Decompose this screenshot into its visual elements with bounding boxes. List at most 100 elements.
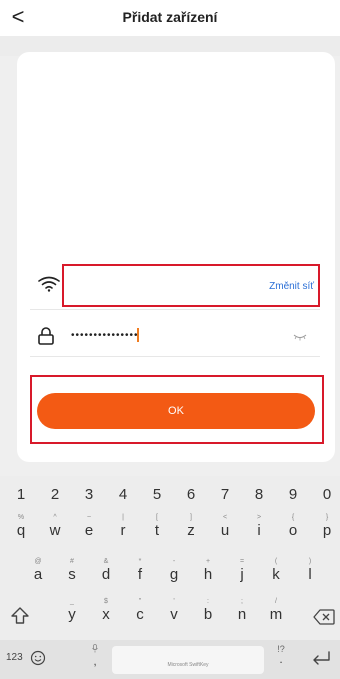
key-symbol-label: | bbox=[122, 514, 124, 521]
letter-key[interactable]: % q bbox=[6, 514, 36, 554]
number-key[interactable]: 0 bbox=[312, 486, 340, 503]
key-symbol-label: ~ bbox=[86, 514, 92, 521]
number-toggle-key[interactable]: 123 bbox=[6, 652, 23, 663]
key-letter-label: f bbox=[137, 566, 143, 583]
period-label: . bbox=[279, 652, 283, 666]
letter-key[interactable]: > i bbox=[244, 514, 274, 554]
letter-key[interactable]: ~ e bbox=[74, 514, 104, 554]
key-letter-label: p bbox=[322, 522, 332, 539]
change-network-link[interactable]: Změnit síť bbox=[269, 281, 314, 292]
key-letter-label: m bbox=[269, 606, 283, 623]
letter-key[interactable]: {o bbox=[278, 514, 308, 554]
key-letter-label: r bbox=[120, 522, 126, 539]
letter-key[interactable]: < u bbox=[210, 514, 240, 554]
letter-key[interactable]: + h bbox=[193, 558, 223, 598]
lock-icon bbox=[38, 327, 54, 345]
letter-key[interactable]: ] z bbox=[176, 514, 206, 554]
number-key[interactable]: 5 bbox=[142, 486, 172, 503]
letter-key[interactable]: } p bbox=[312, 514, 340, 554]
text-cursor bbox=[137, 328, 139, 342]
page-title: Přidat zařízení bbox=[122, 9, 218, 25]
key-letter-label: u bbox=[220, 522, 230, 539]
letter-key[interactable]: ' v bbox=[159, 598, 189, 638]
divider bbox=[30, 309, 320, 310]
letter-key[interactable]: ; n bbox=[227, 598, 257, 638]
key-symbol-label: @ bbox=[34, 558, 42, 565]
key-letter-label: k bbox=[272, 566, 280, 583]
letter-key[interactable]: :b bbox=[193, 598, 223, 638]
space-bar-label: Microsoft SwiftKey bbox=[167, 662, 209, 668]
letter-key[interactable]: -g bbox=[159, 558, 189, 598]
number-key[interactable]: 2 bbox=[40, 486, 70, 503]
number-key[interactable]: 7 bbox=[210, 486, 240, 503]
password-field[interactable]: ••••••••••••••• bbox=[71, 330, 139, 341]
letter-key[interactable]: = j bbox=[227, 558, 257, 598]
key-symbol-label: > bbox=[256, 514, 262, 521]
key-letter-label: d bbox=[101, 566, 111, 583]
number-key[interactable]: 8 bbox=[244, 486, 274, 503]
key-symbol-label: * bbox=[138, 558, 142, 565]
period-key[interactable]: !? . bbox=[274, 644, 288, 666]
key-letter-label: j bbox=[240, 566, 244, 583]
key-letter-label: w bbox=[49, 522, 61, 539]
key-symbol-label: ; bbox=[241, 598, 243, 605]
key-letter-label: l bbox=[308, 566, 312, 583]
key-letter-label: a bbox=[33, 566, 43, 583]
backspace-icon[interactable] bbox=[313, 609, 335, 625]
letter-key[interactable]: @ a bbox=[23, 558, 53, 598]
number-key[interactable]: 6 bbox=[176, 486, 206, 503]
key-letter-label: v bbox=[170, 606, 178, 623]
key-symbol-label: = bbox=[239, 558, 245, 565]
letter-key[interactable]: ^ w bbox=[40, 514, 70, 554]
key-symbol-label: - bbox=[172, 558, 176, 565]
key-symbol-label: + bbox=[205, 558, 211, 565]
letter-key[interactable]: ) l bbox=[295, 558, 325, 598]
key-symbol-label: $ bbox=[104, 598, 108, 605]
letter-key[interactable]: | r bbox=[108, 514, 138, 554]
comma-label: , bbox=[93, 654, 97, 668]
key-symbol-label: ^ bbox=[53, 514, 57, 521]
key-symbol-label: % bbox=[17, 514, 25, 521]
key-letter-label: h bbox=[203, 566, 213, 583]
key-symbol-label: ) bbox=[308, 558, 312, 565]
letter-key[interactable]: _ y bbox=[57, 598, 87, 638]
key-letter-label: e bbox=[84, 522, 94, 539]
key-symbol-label: / bbox=[275, 598, 277, 605]
key-symbol-label: { bbox=[291, 514, 295, 521]
ok-button[interactable]: OK bbox=[37, 393, 315, 429]
emoji-icon[interactable] bbox=[30, 650, 46, 666]
key-letter-label: b bbox=[203, 606, 213, 623]
key-symbol-label: ' bbox=[173, 598, 175, 605]
wifi-icon bbox=[38, 276, 60, 292]
key-letter-label: c bbox=[136, 606, 144, 623]
shift-icon[interactable] bbox=[10, 606, 30, 626]
comma-key[interactable]: , bbox=[85, 644, 105, 668]
letter-key[interactable]: (k bbox=[261, 558, 291, 598]
number-key[interactable]: 1 bbox=[6, 486, 36, 503]
number-key[interactable]: 3 bbox=[74, 486, 104, 503]
letter-key[interactable]: * f bbox=[125, 558, 155, 598]
letter-key[interactable]: " c bbox=[125, 598, 155, 638]
key-letter-label: n bbox=[237, 606, 247, 623]
space-bar[interactable]: Microsoft SwiftKey bbox=[112, 646, 264, 674]
enter-icon[interactable] bbox=[310, 650, 332, 666]
letter-key[interactable]: # s bbox=[57, 558, 87, 598]
key-letter-label: z bbox=[187, 522, 195, 539]
number-key[interactable]: 4 bbox=[108, 486, 138, 503]
number-key[interactable]: 9 bbox=[278, 486, 308, 503]
microphone-icon bbox=[92, 644, 98, 653]
key-letter-label: g bbox=[169, 566, 179, 583]
letter-key[interactable]: $ x bbox=[91, 598, 121, 638]
key-letter-label: y bbox=[68, 606, 76, 623]
key-symbol-label: _ bbox=[70, 598, 74, 605]
key-symbol-label: & bbox=[103, 558, 109, 565]
letter-key[interactable]: & d bbox=[91, 558, 121, 598]
key-symbol-label: [ bbox=[156, 514, 158, 521]
key-letter-label: t bbox=[154, 522, 160, 539]
eye-closed-icon[interactable] bbox=[293, 333, 307, 341]
key-symbol-label: : bbox=[207, 598, 209, 605]
letter-key[interactable]: [t bbox=[142, 514, 172, 554]
key-letter-label: q bbox=[16, 522, 26, 539]
top-bar: < Přidat zařízení bbox=[0, 0, 340, 36]
letter-key[interactable]: / m bbox=[261, 598, 291, 638]
